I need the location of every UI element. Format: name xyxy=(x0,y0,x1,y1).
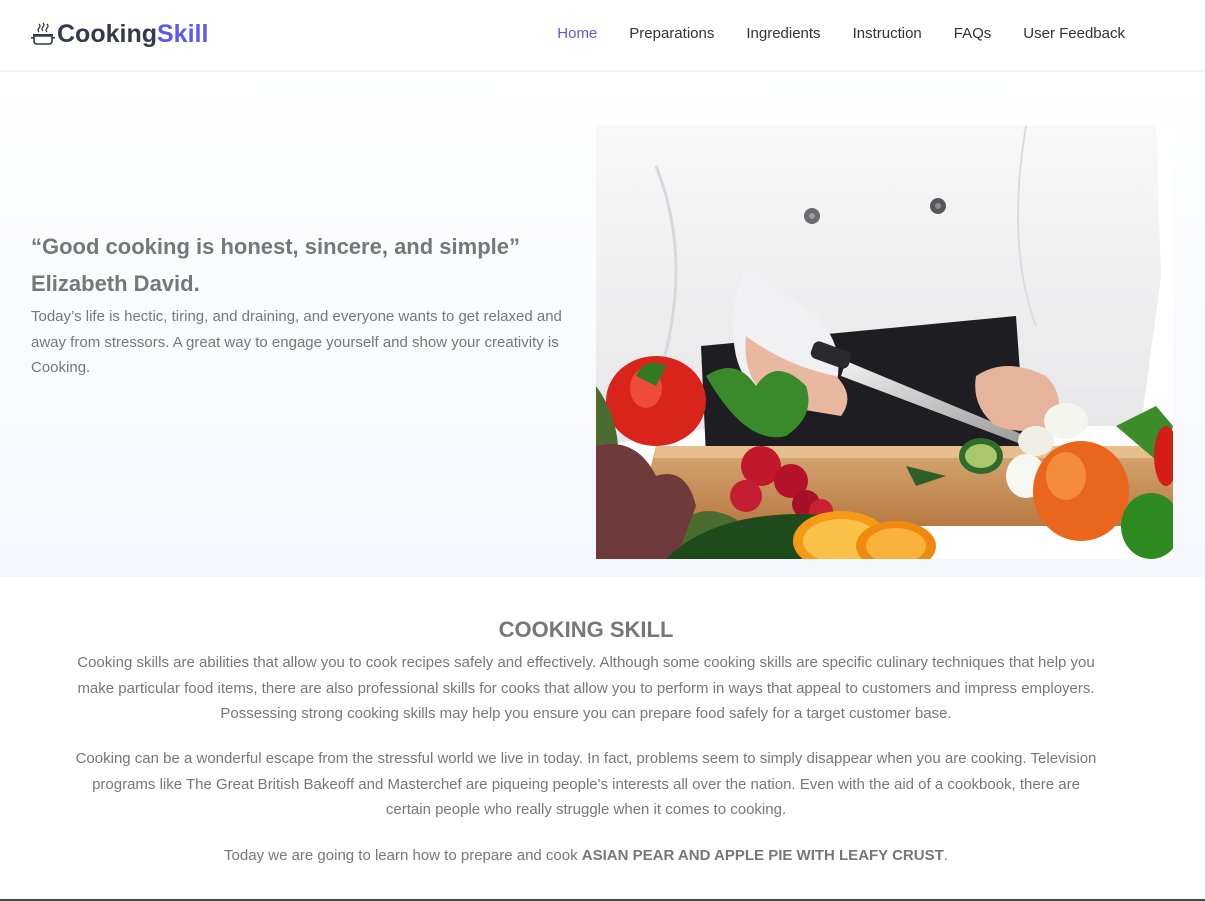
brand-name-part1: Cooking xyxy=(57,19,157,48)
chef-cutting-vegetables-photo xyxy=(596,126,1173,559)
section-paragraph-2: Cooking can be a wonderful escape from t… xyxy=(75,750,1097,818)
paragraph-3-suffix: . xyxy=(943,847,948,864)
site-header: CookingSkill Home Preparations Ingredien… xyxy=(0,0,1205,71)
nav-instruction[interactable]: Instruction xyxy=(853,24,922,44)
nav-faqs[interactable]: FAQs xyxy=(954,24,992,44)
nav-ingredients[interactable]: Ingredients xyxy=(746,24,820,44)
nav-home[interactable]: Home xyxy=(557,24,597,44)
main-nav: Home Preparations Ingredients Instructio… xyxy=(525,24,1125,44)
hero-illustration xyxy=(596,126,1173,559)
nav-preparations[interactable]: Preparations xyxy=(629,24,714,44)
section-paragraph-3: Today we are going to learn how to prepa… xyxy=(70,843,1102,869)
brand-name: CookingSkill xyxy=(57,20,208,49)
nav-user-feedback[interactable]: User Feedback xyxy=(1023,24,1125,44)
hero-quote: “Good cooking is honest, sincere, and si… xyxy=(31,234,520,296)
cooking-pot-icon xyxy=(31,22,55,45)
paragraph-3-prefix: Today we are going to learn how to prepa… xyxy=(224,847,582,864)
section-paragraph-1: Cooking skills are abilities that allow … xyxy=(77,654,1095,722)
section-title: COOKING SKILL xyxy=(498,617,674,642)
hero-section: “Good cooking is honest, sincere, and si… xyxy=(0,72,1205,577)
brand-name-part2: Skill xyxy=(157,19,209,48)
recipe-name: ASIAN PEAR AND APPLE PIE WITH LEAFY CRUS… xyxy=(581,847,944,864)
brand-logo-link[interactable]: CookingSkill xyxy=(30,17,208,51)
hero-description: Today’s life is hectic, tiring, and drai… xyxy=(31,308,562,376)
